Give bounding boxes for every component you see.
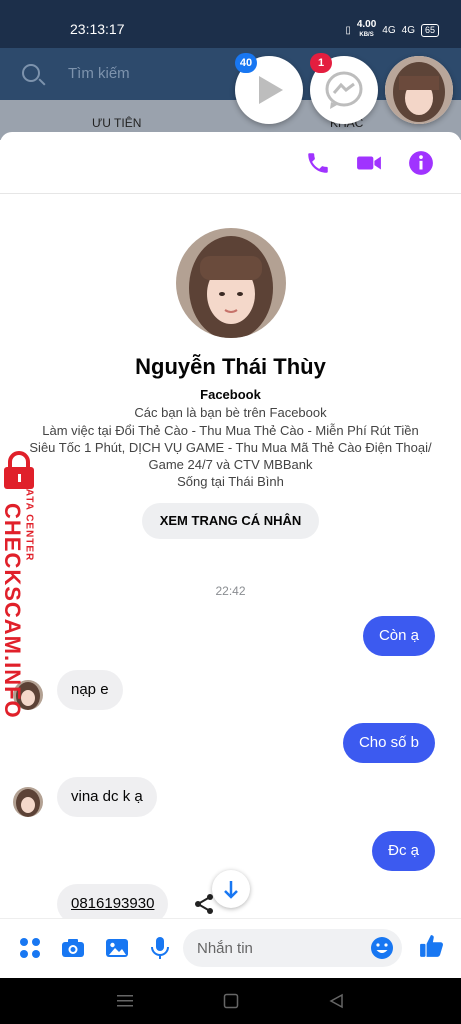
screen: 23:13:17 ▯ 4.00 KB/S 4G 4G 65 Tìm kiếm ƯU…: [0, 0, 461, 1024]
signal-1: 4G: [382, 24, 396, 36]
profile-lives-line: Sống tại Thái Bình: [177, 474, 284, 489]
message-out[interactable]: Đc ạ: [372, 831, 435, 871]
sender-avatar: [13, 787, 43, 817]
battery-indicator: 65: [420, 23, 439, 37]
message-in[interactable]: nạp e: [57, 670, 123, 710]
system-nav-bar: [0, 978, 461, 1024]
view-profile-button[interactable]: XEM TRANG CÁ NHÂN: [142, 503, 319, 539]
profile-work-line-1: Làm việc tại Đổi Thẻ Cào - Thu Mua Thẻ C…: [42, 423, 419, 438]
tab-priority: ƯU TIÊN: [92, 116, 142, 130]
message-in[interactable]: vina dc k ạ: [57, 777, 157, 817]
watermark: CHECKSCAM.INFO DATA CENTER: [0, 450, 50, 719]
apps-icon[interactable]: [18, 936, 42, 960]
message-timestamp: 22:42: [215, 584, 246, 598]
messenger-badge: 1: [310, 53, 332, 73]
status-icons: ▯ 4.00 KB/S 4G 4G 65: [345, 20, 439, 40]
status-bar: 23:13:17 ▯ 4.00 KB/S 4G 4G 65: [0, 0, 461, 48]
profile-avatar: [176, 228, 286, 338]
profile-work-line-2: Siêu Tốc 1 Phút, DỊCH VỤ GAME - Thu Mua …: [29, 440, 432, 455]
message-input-placeholder: Nhắn tin: [197, 940, 253, 957]
video-badge: 40: [235, 53, 257, 73]
message-out[interactable]: Còn ạ: [362, 616, 435, 656]
profile-friends-line: Các bạn là bạn bè trên Facebook: [134, 405, 327, 420]
conversation-panel: Nguyễn Thái Thùy Facebook Các bạn là bạn…: [0, 132, 461, 978]
scroll-down-button[interactable]: [212, 870, 250, 908]
home-nav-icon[interactable]: [223, 993, 239, 1009]
profile-work-line-3: Game 24/7 và CTV MBBank: [148, 457, 313, 472]
contact-chat-head[interactable]: [385, 56, 453, 124]
video-call-icon[interactable]: [356, 150, 382, 176]
menu-nav-icon[interactable]: [117, 993, 133, 1009]
camera-icon[interactable]: [61, 936, 85, 960]
messenger-chat-head[interactable]: 1: [310, 53, 378, 124]
search-placeholder: Tìm kiếm: [68, 65, 130, 82]
message-out[interactable]: Cho số b: [342, 723, 435, 763]
profile-name: Nguyễn Thái Thùy: [135, 354, 326, 379]
like-icon[interactable]: [419, 933, 445, 959]
message-composer: Nhắn tin: [0, 918, 461, 978]
phone-call-icon[interactable]: [305, 150, 331, 176]
signal-2: 4G: [401, 24, 415, 36]
profile-platform: Facebook: [200, 387, 261, 402]
video-chat-head[interactable]: 40: [235, 53, 303, 124]
watermark-brand: CHECKSCAM.INFO: [0, 503, 25, 719]
gallery-icon[interactable]: [105, 936, 129, 960]
microphone-icon[interactable]: [148, 936, 172, 960]
net-speed: 4.00 KB/S: [356, 19, 377, 39]
contact-avatar: [385, 56, 453, 124]
emoji-icon[interactable]: [370, 936, 394, 960]
conversation-header: [0, 132, 461, 194]
watermark-sub: DATA CENTER: [23, 480, 35, 562]
search-icon: [22, 64, 40, 82]
arrow-down-icon: [224, 881, 238, 899]
message-input[interactable]: Nhắn tin: [183, 929, 402, 967]
info-icon[interactable]: [408, 150, 434, 176]
status-time: 23:13:17: [70, 21, 125, 37]
vibrate-icon: ▯: [345, 24, 351, 36]
back-nav-icon[interactable]: [328, 993, 344, 1009]
